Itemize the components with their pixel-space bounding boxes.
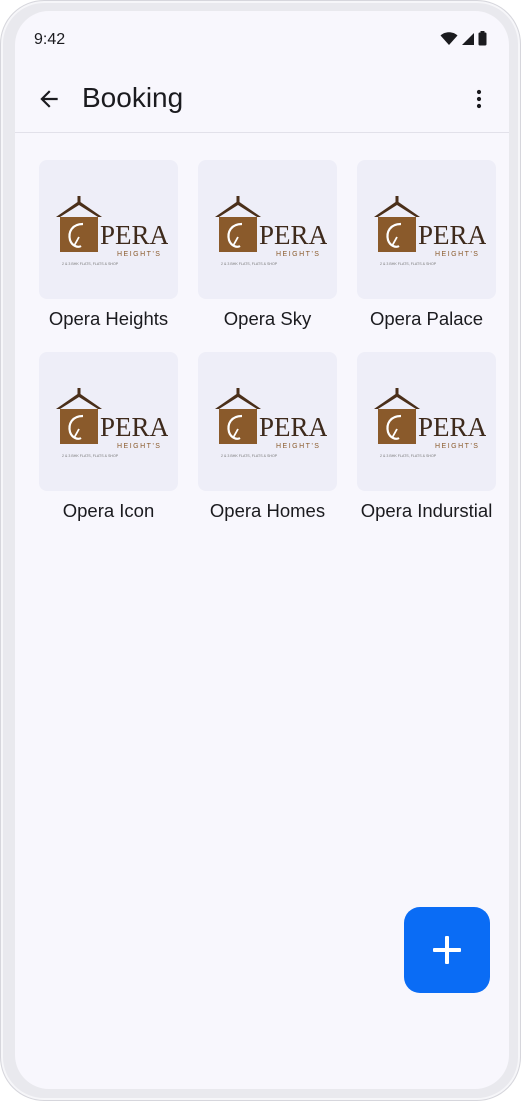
opera-logo-icon: PERA HEIGHT'S 2 & 3 BHK FLATS, FLATS & S… <box>55 387 168 458</box>
arrow-left-icon <box>40 90 58 108</box>
project-thumbnail: PERA HEIGHT'S 2 & 3 BHK FLATS, FLATS & S… <box>39 160 178 299</box>
screen: 9:42 Booking PERA HEIGHT'S 2 & 3 BHK FLA… <box>15 11 509 1089</box>
back-button[interactable] <box>27 77 71 121</box>
battery-icon <box>478 31 487 46</box>
page-title: Booking <box>82 82 184 113</box>
logo-wordmark: PERA <box>259 412 327 442</box>
project-card[interactable]: PERA HEIGHT'S 2 & 3 BHK FLATS, FLATS & S… <box>188 352 347 522</box>
project-thumbnail: PERA HEIGHT'S 2 & 3 BHK FLATS, FLATS & S… <box>357 352 496 491</box>
phone-frame: 9:42 Booking PERA HEIGHT'S 2 & 3 BHK FLA… <box>0 0 521 1101</box>
more-options-button[interactable] <box>457 77 501 121</box>
logo-subtitle: HEIGHT'S <box>276 251 320 258</box>
opera-logo-icon: PERA HEIGHT'S 2 & 3 BHK FLATS, FLATS & S… <box>373 195 486 266</box>
opera-logo-icon: PERA HEIGHT'S 2 & 3 BHK FLATS, FLATS & S… <box>373 387 486 458</box>
opera-logo-icon: PERA HEIGHT'S 2 & 3 BHK FLATS, FLATS & S… <box>214 195 327 266</box>
project-grid: PERA HEIGHT'S 2 & 3 BHK FLATS, FLATS & S… <box>29 160 499 522</box>
logo-tagline: 2 & 3 BHK FLATS, FLATS & SHOP <box>62 454 119 458</box>
project-thumbnail: PERA HEIGHT'S 2 & 3 BHK FLATS, FLATS & S… <box>357 160 496 299</box>
opera-logo-icon: PERA HEIGHT'S 2 & 3 BHK FLATS, FLATS & S… <box>55 195 168 266</box>
status-time: 9:42 <box>34 31 66 48</box>
app-bar: Booking <box>15 69 509 133</box>
logo-tagline: 2 & 3 BHK FLATS, FLATS & SHOP <box>380 454 437 458</box>
project-name: Opera Icon <box>62 500 155 521</box>
add-booking-button[interactable] <box>404 907 490 993</box>
logo-tagline: 2 & 3 BHK FLATS, FLATS & SHOP <box>221 262 278 266</box>
project-thumbnail: PERA HEIGHT'S 2 & 3 BHK FLATS, FLATS & S… <box>198 352 337 491</box>
logo-subtitle: HEIGHT'S <box>117 443 161 450</box>
logo-wordmark: PERA <box>100 220 168 250</box>
logo-subtitle: HEIGHT'S <box>276 443 320 450</box>
project-card[interactable]: PERA HEIGHT'S 2 & 3 BHK FLATS, FLATS & S… <box>29 352 188 522</box>
status-bar: 9:42 <box>15 11 509 67</box>
project-card[interactable]: PERA HEIGHT'S 2 & 3 BHK FLATS, FLATS & S… <box>29 160 188 330</box>
logo-wordmark: PERA <box>418 220 486 250</box>
app-bar-divider <box>15 132 509 133</box>
logo-wordmark: PERA <box>259 220 327 250</box>
wifi-icon <box>440 31 458 45</box>
project-thumbnail: PERA HEIGHT'S 2 & 3 BHK FLATS, FLATS & S… <box>198 160 337 299</box>
project-name: Opera Indurstial <box>360 500 493 521</box>
logo-subtitle: HEIGHT'S <box>117 251 161 258</box>
project-name: Opera Palace <box>369 308 484 329</box>
logo-wordmark: PERA <box>100 412 168 442</box>
signal-icon <box>462 32 474 45</box>
project-card[interactable]: PERA HEIGHT'S 2 & 3 BHK FLATS, FLATS & S… <box>188 160 347 330</box>
project-card[interactable]: PERA HEIGHT'S 2 & 3 BHK FLATS, FLATS & S… <box>347 352 506 522</box>
logo-subtitle: HEIGHT'S <box>435 251 479 258</box>
logo-subtitle: HEIGHT'S <box>435 443 479 450</box>
plus-icon <box>433 936 461 964</box>
logo-tagline: 2 & 3 BHK FLATS, FLATS & SHOP <box>380 262 437 266</box>
project-card[interactable]: PERA HEIGHT'S 2 & 3 BHK FLATS, FLATS & S… <box>347 160 506 330</box>
logo-tagline: 2 & 3 BHK FLATS, FLATS & SHOP <box>221 454 278 458</box>
project-thumbnail: PERA HEIGHT'S 2 & 3 BHK FLATS, FLATS & S… <box>39 352 178 491</box>
opera-logo-icon: PERA HEIGHT'S 2 & 3 BHK FLATS, FLATS & S… <box>214 387 327 458</box>
project-name: Opera Sky <box>223 308 312 329</box>
more-vert-icon <box>476 89 482 109</box>
logo-tagline: 2 & 3 BHK FLATS, FLATS & SHOP <box>62 262 119 266</box>
project-name: Opera Heights <box>48 308 169 329</box>
status-icons <box>440 31 487 46</box>
project-name: Opera Homes <box>209 500 326 521</box>
logo-wordmark: PERA <box>418 412 486 442</box>
